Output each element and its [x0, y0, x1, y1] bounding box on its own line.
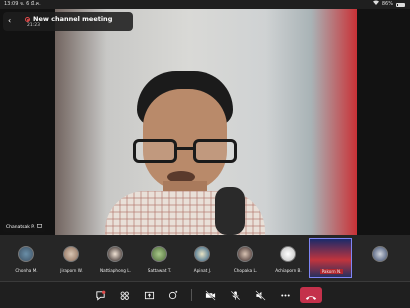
avatar — [237, 246, 253, 262]
participant-tile[interactable]: Jiraporn W. — [50, 238, 93, 278]
participant-name: Jiraporn W. — [60, 268, 83, 273]
hang-up-icon — [305, 286, 317, 305]
speaker-name: Chanatsak P. — [6, 225, 35, 230]
participant-tile[interactable]: Achiaporn B. — [267, 238, 310, 278]
glasses-bridge — [177, 147, 193, 150]
share-icon[interactable] — [142, 288, 156, 302]
participant-name: Achiaporn B. — [275, 268, 302, 273]
letterbox-right — [357, 9, 410, 235]
glasses-right-lens — [193, 139, 237, 163]
participant-name-text: Pakorn N. — [319, 269, 344, 274]
participant-tile[interactable]: Chonha M. — [5, 238, 48, 278]
participant-name: Pakorn N. — [310, 269, 353, 274]
participant-tile[interactable]: Sattawat T. — [138, 238, 181, 278]
status-time: 13:09 — [4, 1, 19, 7]
participant-name: Chonha M. — [15, 268, 38, 273]
speaker-off-icon[interactable] — [253, 288, 267, 302]
main-video[interactable] — [0, 9, 410, 235]
avatar — [194, 246, 210, 262]
status-right: 86% — [372, 0, 405, 9]
ios-status-bar: 13:09 จ. 6 มี.ค. 86% — [0, 0, 410, 9]
avatar — [151, 246, 167, 262]
wifi-icon — [372, 0, 379, 9]
participant-tile[interactable]: Chopaka L. — [224, 238, 267, 278]
teams-meeting-screen: 13:09 จ. 6 มี.ค. 86% ‹ New channel meeti… — [0, 0, 410, 308]
participant-tile-active[interactable]: Pakorn N. — [309, 238, 352, 278]
recording-indicator-icon — [25, 17, 30, 22]
toolbar-divider — [191, 289, 192, 301]
mic-off-icon[interactable] — [228, 288, 242, 302]
avatar — [107, 246, 123, 262]
participant-name: Apinat J. — [193, 268, 212, 273]
glasses-left-lens — [133, 139, 177, 163]
avatar — [18, 246, 34, 262]
speaker-name-tag: Chanatsak P. — [3, 224, 45, 232]
status-time-date: 13:09 จ. 6 มี.ค. — [4, 0, 41, 9]
participant-name: Chopaka L. — [233, 268, 258, 273]
status-date: จ. 6 มี.ค. — [20, 1, 41, 7]
foreground-object — [215, 187, 245, 235]
participant-tile[interactable] — [359, 238, 402, 278]
participant-tile[interactable]: Nattiaphong L. — [94, 238, 137, 278]
screen-share-icon — [36, 224, 42, 232]
meeting-header[interactable]: ‹ New channel meeting 21:23 — [3, 12, 133, 31]
avatar — [63, 246, 79, 262]
participant-tile[interactable]: Apinat J. — [181, 238, 224, 278]
participant-name: Nattiaphong L. — [100, 268, 131, 273]
battery-percent: 86% — [381, 1, 393, 7]
avatar — [280, 246, 296, 262]
participant-strip[interactable]: Chonha M. Jiraporn W. Nattiaphong L. Sat… — [0, 235, 410, 281]
reactions-icon[interactable] — [166, 288, 180, 302]
hang-up-button[interactable] — [300, 287, 322, 303]
back-chevron-icon[interactable]: ‹ — [8, 16, 11, 26]
meeting-title: New channel meeting — [33, 15, 113, 23]
chat-icon[interactable] — [93, 288, 107, 302]
participants-icon[interactable] — [117, 288, 131, 302]
speaker-glasses — [133, 139, 237, 165]
letterbox-left — [0, 9, 55, 235]
camera-off-icon[interactable] — [203, 288, 217, 302]
more-icon[interactable] — [278, 288, 292, 302]
battery-icon — [396, 2, 405, 7]
meeting-timer: 21:23 — [27, 23, 40, 28]
participant-name: Sattawat T. — [147, 268, 172, 273]
call-toolbar — [0, 282, 410, 308]
avatar — [372, 246, 388, 262]
